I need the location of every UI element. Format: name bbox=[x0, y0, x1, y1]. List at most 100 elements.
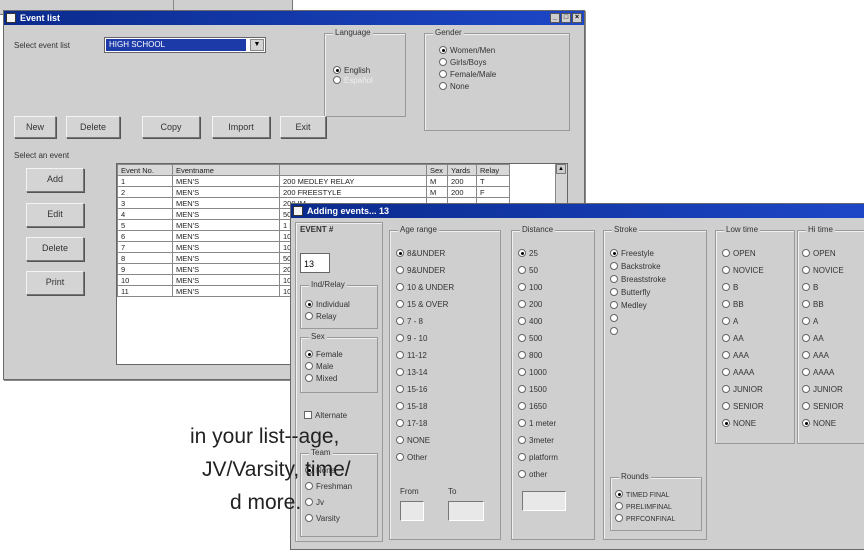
dist-option[interactable]: 1650 bbox=[518, 402, 547, 412]
option-prf-con-final[interactable]: PRFCONFINAL bbox=[615, 514, 675, 525]
scroll-up-icon[interactable]: ▲ bbox=[556, 164, 566, 174]
event-number-input[interactable]: 13 bbox=[300, 253, 330, 273]
option-female[interactable]: Female bbox=[305, 350, 343, 360]
dist-option[interactable]: 3meter bbox=[518, 436, 554, 446]
hi-option[interactable]: BB bbox=[802, 300, 824, 310]
low-option[interactable]: AAAA bbox=[722, 368, 754, 378]
stroke-option[interactable]: Medley bbox=[610, 301, 647, 311]
dist-option[interactable]: 1500 bbox=[518, 385, 547, 395]
delete-list-button[interactable]: Delete bbox=[66, 116, 120, 138]
new-button[interactable]: New bbox=[14, 116, 56, 138]
age-option[interactable]: 11-12 bbox=[396, 351, 427, 361]
event-list-select[interactable]: HIGH SCHOOL ▼ bbox=[104, 37, 266, 53]
stroke-option[interactable]: Butterfly bbox=[610, 288, 650, 298]
age-option[interactable]: 13-14 bbox=[396, 368, 427, 378]
age-from-input[interactable] bbox=[400, 501, 424, 521]
option-jv[interactable]: Jv bbox=[305, 498, 324, 508]
age-option[interactable]: 10 & UNDER bbox=[396, 283, 454, 293]
age-option[interactable]: 15-18 bbox=[396, 402, 427, 412]
hi-option[interactable]: SENIOR bbox=[802, 402, 844, 412]
option-timed-final[interactable]: TIMED FINAL bbox=[615, 490, 670, 501]
stroke-option[interactable] bbox=[610, 327, 621, 337]
hi-option[interactable]: AA bbox=[802, 334, 824, 344]
table-row[interactable]: 1 MEN'S 200 MEDLEY RELAY M 200 T bbox=[117, 175, 510, 187]
dist-option[interactable]: 200 bbox=[518, 300, 542, 310]
option-prelim-final[interactable]: PRELIMFINAL bbox=[615, 502, 672, 513]
stroke-option[interactable]: Backstroke bbox=[610, 262, 661, 272]
age-to-input[interactable] bbox=[448, 501, 484, 521]
maximize-icon[interactable]: □ bbox=[561, 13, 571, 23]
dist-option[interactable]: 100 bbox=[518, 283, 542, 293]
option-relay[interactable]: Relay bbox=[305, 312, 336, 322]
low-option[interactable]: A bbox=[722, 317, 738, 327]
exit-button[interactable]: Exit bbox=[280, 116, 326, 138]
hi-option[interactable]: NOVICE bbox=[802, 266, 844, 276]
dist-option[interactable]: 25 bbox=[518, 249, 538, 259]
option-mixed[interactable]: Mixed bbox=[305, 374, 337, 384]
age-option[interactable]: Other bbox=[396, 453, 427, 463]
dist-option[interactable]: platform bbox=[518, 453, 558, 463]
option-individual[interactable]: Individual bbox=[305, 300, 350, 310]
import-button[interactable]: Import bbox=[212, 116, 270, 138]
language-option-english[interactable]: English bbox=[333, 66, 370, 76]
gender-option-women-men[interactable]: Women/Men bbox=[439, 46, 495, 56]
copy-button[interactable]: Copy bbox=[142, 116, 200, 138]
column-header-sex[interactable]: Sex bbox=[426, 164, 448, 176]
hi-option[interactable]: JUNIOR bbox=[802, 385, 843, 395]
hi-option[interactable]: A bbox=[802, 317, 818, 327]
option-varsity[interactable]: Varsity bbox=[305, 514, 340, 524]
low-option[interactable]: B bbox=[722, 283, 738, 293]
add-button[interactable]: Add bbox=[26, 168, 84, 192]
low-option[interactable]: NOVICE bbox=[722, 266, 764, 276]
minimize-icon[interactable]: _ bbox=[550, 13, 560, 23]
hi-option[interactable]: B bbox=[802, 283, 818, 293]
stroke-option[interactable]: Breaststroke bbox=[610, 275, 666, 285]
column-header-event-no[interactable]: Event No. bbox=[117, 164, 173, 176]
age-option[interactable]: 7 - 8 bbox=[396, 317, 423, 327]
language-option-espanol[interactable]: Español bbox=[333, 76, 373, 86]
stroke-option[interactable] bbox=[610, 314, 621, 324]
column-header-yards[interactable]: Yards bbox=[447, 164, 477, 176]
delete-event-button[interactable]: Delete bbox=[26, 237, 84, 261]
hi-option[interactable]: OPEN bbox=[802, 249, 836, 259]
hi-option[interactable]: AAA bbox=[802, 351, 829, 361]
close-icon[interactable]: × bbox=[572, 13, 582, 23]
column-header-event-desc[interactable] bbox=[279, 164, 427, 176]
distance-other-input[interactable] bbox=[522, 491, 566, 511]
dist-option[interactable]: 400 bbox=[518, 317, 542, 327]
dist-option[interactable]: 1 meter bbox=[518, 419, 556, 429]
stroke-option[interactable]: Freestyle bbox=[610, 249, 654, 259]
low-option[interactable]: AA bbox=[722, 334, 744, 344]
low-option[interactable]: AAA bbox=[722, 351, 749, 361]
age-option[interactable]: 8&UNDER bbox=[396, 249, 445, 259]
gender-option-girls-boys[interactable]: Girls/Boys bbox=[439, 58, 486, 68]
option-male[interactable]: Male bbox=[305, 362, 333, 372]
age-option[interactable]: 15 & OVER bbox=[396, 300, 448, 310]
low-option[interactable]: JUNIOR bbox=[722, 385, 763, 395]
age-option[interactable]: NONE bbox=[396, 436, 430, 446]
column-header-relay[interactable]: Relay bbox=[476, 164, 510, 176]
low-option[interactable]: OPEN bbox=[722, 249, 756, 259]
table-row[interactable]: 2 MEN'S 200 FREESTYLE M 200 F bbox=[117, 186, 510, 198]
low-option[interactable]: SENIOR bbox=[722, 402, 764, 412]
dist-option[interactable]: other bbox=[518, 470, 547, 480]
dist-option[interactable]: 50 bbox=[518, 266, 538, 276]
option-label: Medley bbox=[621, 301, 647, 310]
low-option[interactable]: NONE bbox=[722, 419, 756, 429]
low-option[interactable]: BB bbox=[722, 300, 744, 310]
dist-option[interactable]: 500 bbox=[518, 334, 542, 344]
hi-option[interactable]: NONE bbox=[802, 419, 836, 429]
age-option[interactable]: 9&UNDER bbox=[396, 266, 445, 276]
gender-option-none[interactable]: None bbox=[439, 82, 469, 92]
dist-option[interactable]: 1000 bbox=[518, 368, 547, 378]
column-header-eventname[interactable]: Eventname bbox=[172, 164, 280, 176]
age-option[interactable]: 9 - 10 bbox=[396, 334, 427, 344]
age-option[interactable]: 15-16 bbox=[396, 385, 427, 395]
chevron-down-icon[interactable]: ▼ bbox=[250, 39, 264, 51]
dist-option[interactable]: 800 bbox=[518, 351, 542, 361]
hi-option[interactable]: AAAA bbox=[802, 368, 834, 378]
edit-button[interactable]: Edit bbox=[26, 203, 84, 227]
print-button[interactable]: Print bbox=[26, 271, 84, 295]
gender-option-female-male[interactable]: Female/Male bbox=[439, 70, 496, 80]
age-option[interactable]: 17-18 bbox=[396, 419, 427, 429]
